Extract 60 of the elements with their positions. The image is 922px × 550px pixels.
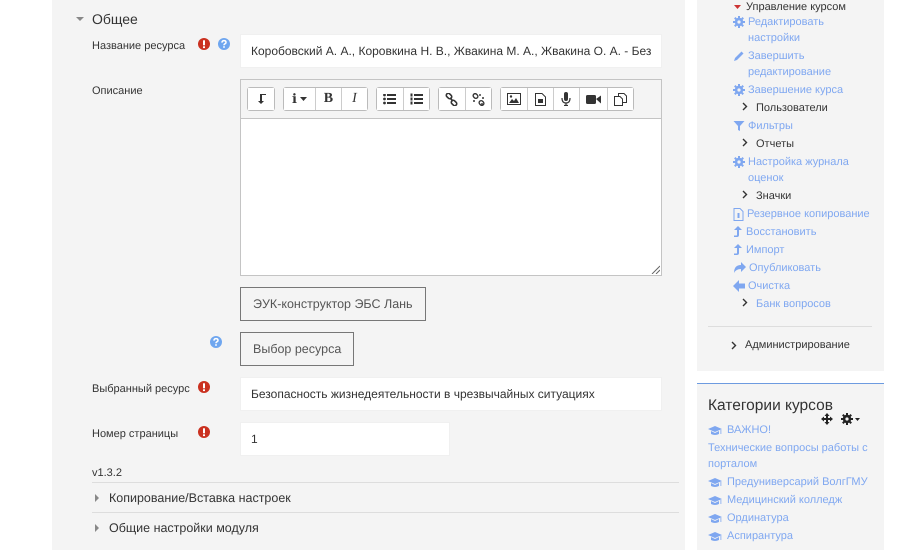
document-icon [733,208,744,221]
version-label: v1.3.2 [92,467,123,479]
pencil-icon [733,50,745,62]
filter-icon [733,120,745,132]
chevron-right-icon [742,102,748,111]
text-field[interactable]: Коробовский А. А., Коровкина Н. В., Жвакина М. А., Жвакина О. А. - Без [240,34,662,68]
gear-icon [733,16,745,28]
chevron-right-icon [742,138,748,147]
graduation-cap-icon [708,477,722,488]
gear-icon [733,156,745,168]
graduation-cap-icon [708,513,722,524]
nav-node[interactable]: Пользователи [733,100,884,116]
collapse-triangle-icon[interactable] [75,14,85,24]
caret-down-icon[interactable] [734,4,741,10]
resource-button[interactable]: ЭУК-конструктор ЭБС Лань [240,287,426,321]
field-label: Выбранный ресурс [92,382,191,397]
unlink-icon [472,92,485,106]
nav-heading[interactable]: Управление курсом [746,1,846,13]
field-label: Номер страницы [92,427,180,442]
expand-triangle-icon[interactable] [92,522,102,532]
upload-icon [733,244,743,256]
link-icon [445,92,458,106]
gear-icon [733,84,745,96]
files-button[interactable] [606,88,633,110]
chevron-right-icon [742,298,748,307]
field-label: Описание [92,84,144,99]
text-field[interactable]: Безопасность жизнедеятельности в чрезвычайных ситуациях [240,377,662,411]
unlink-button[interactable] [464,88,491,110]
field-label: Название ресурса [92,39,186,54]
resource-button[interactable]: Выбор ресурса [240,332,354,366]
block-title: Категории курсов [708,397,834,415]
microphone-icon [561,92,572,106]
number-field[interactable]: 1 [240,422,450,456]
graduation-cap-icon [708,495,722,506]
nav-node[interactable]: Отчеты [733,136,884,152]
bullet-list-icon [383,94,396,104]
move-icon[interactable] [821,413,833,425]
section-heading[interactable]: Общие настройки модуля [109,520,259,534]
graduation-cap-icon [708,531,722,542]
numbered-list-icon [410,93,423,105]
section-heading[interactable]: Копирование/Вставка настроек [109,490,291,504]
nav-node[interactable]: Администрирование [708,339,872,351]
files-icon [614,92,627,106]
share-icon [733,262,746,274]
chevron-right-icon [742,190,748,199]
section-heading[interactable]: Общее [92,11,138,27]
media-file-icon [534,92,546,106]
nav-node[interactable]: Значки [733,188,884,204]
resize-grip-icon[interactable] [651,265,660,274]
upload-icon [733,226,743,238]
text-editor[interactable]: i B I [240,79,662,276]
back-arrow-icon [733,280,745,292]
numbers-button[interactable] [402,88,429,110]
image-icon [506,93,521,105]
settings-icon[interactable] [841,413,860,425]
format-button[interactable]: I [340,88,367,110]
video-camera-icon [586,94,601,104]
graduation-cap-icon [708,425,722,436]
expand-triangle-icon[interactable] [92,492,102,502]
chevron-right-icon [731,340,737,350]
